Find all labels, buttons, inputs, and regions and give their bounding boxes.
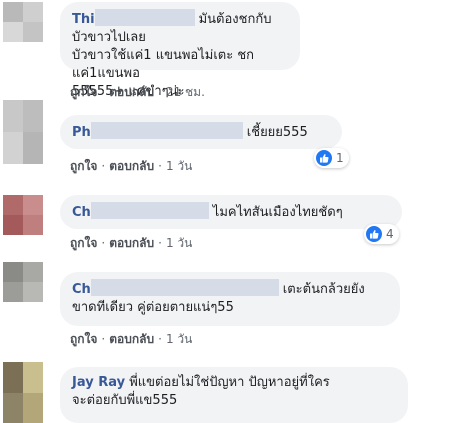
commenter-name[interactable]: Ch <box>72 282 91 297</box>
timestamp[interactable]: 1 วัน <box>166 332 192 346</box>
comment-text: เชี้ยยย555 <box>246 125 308 140</box>
redacted-name <box>90 202 209 219</box>
avatar[interactable] <box>3 2 43 42</box>
avatar[interactable] <box>3 362 43 423</box>
timestamp[interactable]: 21 ชม. <box>166 85 205 99</box>
timestamp[interactable]: 1 วัน <box>166 159 192 173</box>
reply-link[interactable]: ตอบกลับ <box>109 236 154 250</box>
comment-bubble: Ch ไมคไทสันเมืองไทยชัดๆ <box>60 195 402 229</box>
comment-text: ไมคไทสันเมืองไทยชัดๆ <box>212 205 343 220</box>
timestamp[interactable]: 1 วัน <box>166 236 192 250</box>
like-link[interactable]: ถูกใจ <box>70 236 97 250</box>
comment-actions: ถูกใจ · ตอบกลับ · 1 วัน <box>70 332 193 346</box>
like-link[interactable]: ถูกใจ <box>70 332 97 346</box>
comment-actions: ถูกใจ · ตอบกลับ · 21 ชม. <box>70 85 205 99</box>
commenter-name[interactable]: Thi <box>72 12 95 27</box>
comment-bubble: Thi มันต้องชกกับบัวขาวไปเลย บัวขาวใช้แค่1… <box>60 2 300 99</box>
comment-text: จะต่อยกับพี่แข555 <box>72 393 178 408</box>
like-icon <box>316 150 332 166</box>
reply-link[interactable]: ตอบกลับ <box>109 159 154 173</box>
commenter-name[interactable]: Jay Ray <box>72 375 125 390</box>
comment-bubble: Jay Ray พี่แขต่อยไม่ใช่ปัญหา ปัญหาอยู่ที… <box>60 367 408 423</box>
avatar[interactable] <box>3 195 43 235</box>
like-link[interactable]: ถูกใจ <box>70 159 97 173</box>
commenter-name[interactable]: Ch <box>72 205 91 220</box>
redacted-name <box>90 122 243 139</box>
comment-bubble: Ch เตะต้นกล้วยยัง ขาดทีเดียว คู่ต่อยตายแน… <box>60 272 400 326</box>
comment-text: เตะต้นกล้วยยัง <box>282 282 365 297</box>
like-icon <box>366 226 382 242</box>
comment-bubble: Ph เชี้ยยย555 <box>60 115 342 149</box>
comment-text: ขาดทีเดียว คู่ต่อยตายแน่ๆ55 <box>72 300 234 315</box>
avatar[interactable] <box>3 262 43 302</box>
redacted-name <box>94 9 195 26</box>
reaction-count[interactable]: 4 <box>364 224 399 244</box>
comment-text: พี่แขต่อยไม่ใช่ปัญหา ปัญหาอยู่ที่ใคร <box>129 375 330 390</box>
comment-text: บัวขาวใช้แค่1 แขนพอไม่เตะ ชกแค่1แขนพอ <box>72 48 255 81</box>
comment-actions: ถูกใจ · ตอบกลับ · 1 วัน <box>70 236 193 250</box>
like-link[interactable]: ถูกใจ <box>70 85 97 99</box>
reaction-count[interactable]: 1 <box>314 148 349 168</box>
comment-actions: ถูกใจ · ตอบกลับ · 1 วัน <box>70 159 193 173</box>
avatar[interactable] <box>3 100 43 164</box>
reply-link[interactable]: ตอบกลับ <box>109 332 154 346</box>
commenter-name[interactable]: Ph <box>72 125 91 140</box>
reply-link[interactable]: ตอบกลับ <box>109 85 154 99</box>
redacted-name <box>90 279 279 296</box>
